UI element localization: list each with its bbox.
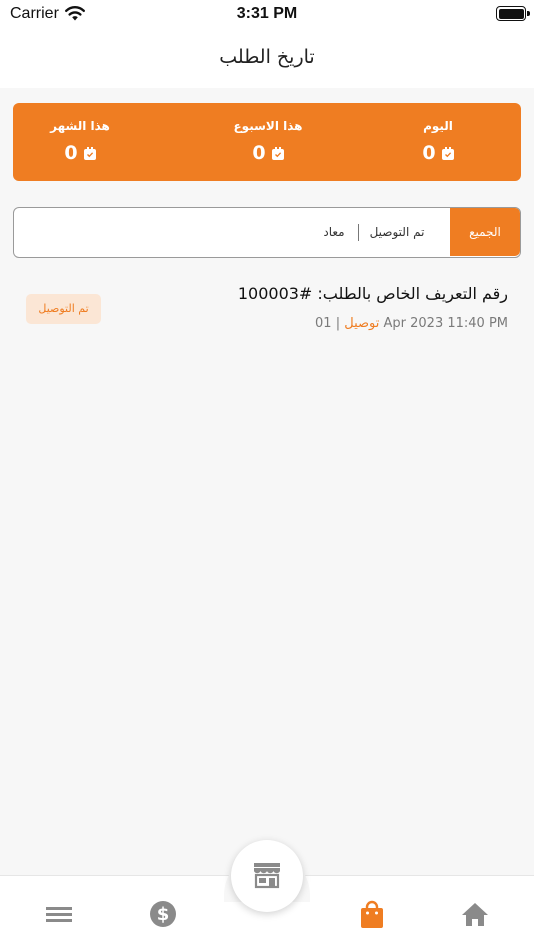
- home-icon[interactable]: [460, 900, 490, 928]
- menu-icon[interactable]: [44, 900, 74, 928]
- filter-tabs: الجميع تم التوصيل معاد: [13, 207, 521, 258]
- stat-today: اليوم 0: [368, 119, 508, 164]
- header: تاريخ الطلب: [0, 30, 534, 88]
- order-meta-separator: |: [335, 316, 341, 331]
- battery-icon: [496, 6, 530, 21]
- order-meta: توصيل | 01 Apr 2023 11:40 PM: [315, 316, 508, 331]
- stat-month: هذا الشهر 0: [10, 119, 150, 164]
- order-box-icon: [83, 146, 96, 160]
- stat-month-label: هذا الشهر: [50, 119, 110, 133]
- tab-divider: [358, 224, 359, 241]
- dollar-icon[interactable]: $: [148, 900, 178, 928]
- page-title: تاريخ الطلب: [219, 46, 315, 68]
- stat-week: هذا الاسبوع 0: [198, 119, 338, 164]
- status-time: 3:31 PM: [236, 5, 298, 22]
- stat-month-value: 0: [64, 142, 78, 164]
- order-box-icon: [441, 146, 454, 160]
- order-box-icon: [271, 146, 284, 160]
- store-button[interactable]: [231, 840, 303, 912]
- stats-summary: هذا الشهر 0 هذا الاسبوع 0 اليوم 0: [13, 103, 521, 181]
- status-bar: Carrier 3:31 PM: [0, 0, 534, 30]
- stat-today-value: 0: [422, 142, 436, 164]
- status-badge: تم التوصيل: [26, 294, 101, 324]
- shopping-bag-icon[interactable]: [357, 900, 387, 928]
- svg-text:$: $: [157, 904, 170, 925]
- tab-all[interactable]: الجميع: [450, 208, 520, 256]
- tab-returned[interactable]: معاد: [319, 208, 349, 256]
- stat-week-label: هذا الاسبوع: [233, 119, 303, 133]
- order-method: توصيل: [344, 316, 380, 331]
- stat-today-label: اليوم: [423, 119, 453, 133]
- store-icon: [254, 863, 280, 889]
- stat-week-value: 0: [252, 142, 266, 164]
- tab-delivered[interactable]: تم التوصيل: [360, 208, 434, 256]
- order-id-title: رقم التعريف الخاص بالطلب: #100003: [237, 284, 508, 303]
